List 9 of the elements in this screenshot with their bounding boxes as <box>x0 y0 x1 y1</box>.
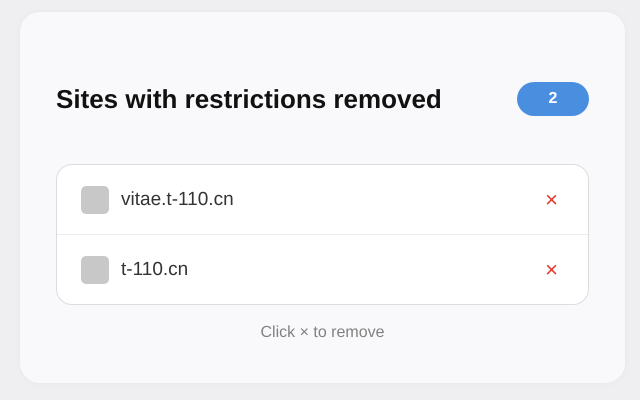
remove-button[interactable]: × <box>539 188 564 210</box>
site-domain: t-110.cn <box>121 258 190 280</box>
hint-text: Click × to remove <box>259 324 386 342</box>
remove-button[interactable]: × <box>539 258 564 280</box>
count-badge: 2 <box>517 82 589 116</box>
panel-title: Sites with restrictions removed <box>56 84 442 114</box>
favicon-icon <box>81 256 109 284</box>
site-domain: vitae.t-110.cn <box>121 188 235 210</box>
favicon-icon <box>81 186 109 214</box>
